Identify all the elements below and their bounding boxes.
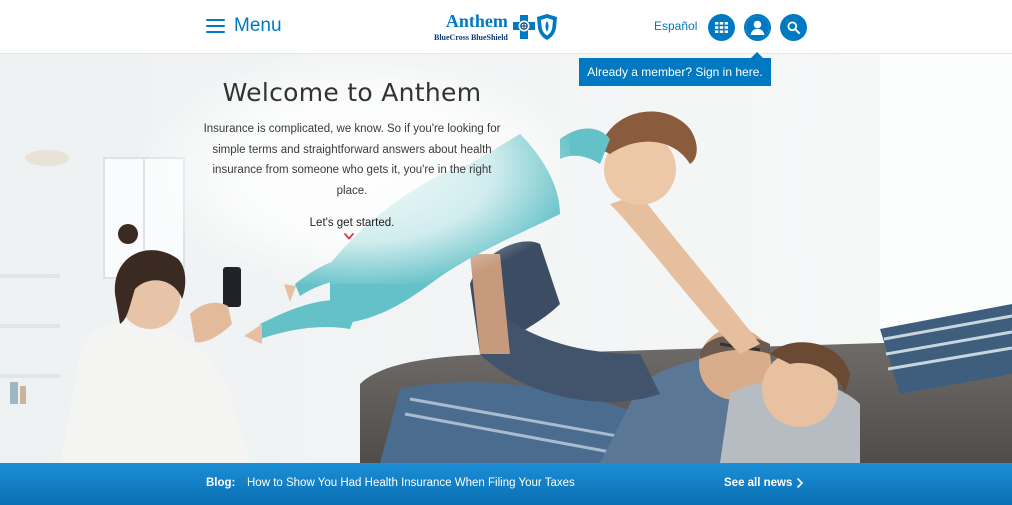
get-started-link[interactable]: Let's get started. [310,217,395,229]
logo-text: Anthem BlueCross BlueShield [434,12,508,43]
bluecross-icon [512,15,535,39]
logo-subline: BlueCross BlueShield [434,33,508,42]
chevron-down-icon[interactable] [344,233,354,240]
language-link[interactable]: Español [654,19,697,33]
blog-headline-link[interactable]: How to Show You Had Health Insurance Whe… [247,477,575,489]
blog-label: Blog: [206,477,236,489]
search-icon [787,21,800,34]
hero-title: Welcome to Anthem [222,78,482,107]
menu-label: Menu [234,15,282,36]
grid-icon [715,22,728,33]
logo-name: Anthem [445,11,508,31]
chevron-right-icon [797,478,804,488]
blog-bar: Blog: How to Show You Had Health Insuran… [0,463,1012,505]
sign-in-tooltip[interactable]: Already a member? Sign in here. [579,52,771,86]
hero-body: Insurance is complicated, we know. So if… [203,123,501,197]
menu-button[interactable]: Menu [206,15,282,37]
anthem-logo[interactable]: Anthem BlueCross BlueShield [434,12,580,44]
account-button[interactable] [744,14,771,41]
get-started-label: Let's get started. [309,217,395,229]
blueshield-icon [536,14,557,40]
hamburger-icon [206,19,225,33]
see-all-news-link[interactable]: See all news [724,477,804,489]
apps-button[interactable] [708,14,735,41]
hero-copy: Welcome to Anthem Insurance is complicat… [196,76,508,240]
site-header: Menu Anthem BlueCross BlueShield Español [0,0,1012,54]
hero-banner: Welcome to Anthem Insurance is complicat… [0,54,1012,463]
search-button[interactable] [780,14,807,41]
user-icon [746,16,769,39]
logo-marks [512,12,558,42]
sign-in-tooltip-text: Already a member? Sign in here. [587,65,763,79]
see-all-news-label: See all news [724,477,793,489]
